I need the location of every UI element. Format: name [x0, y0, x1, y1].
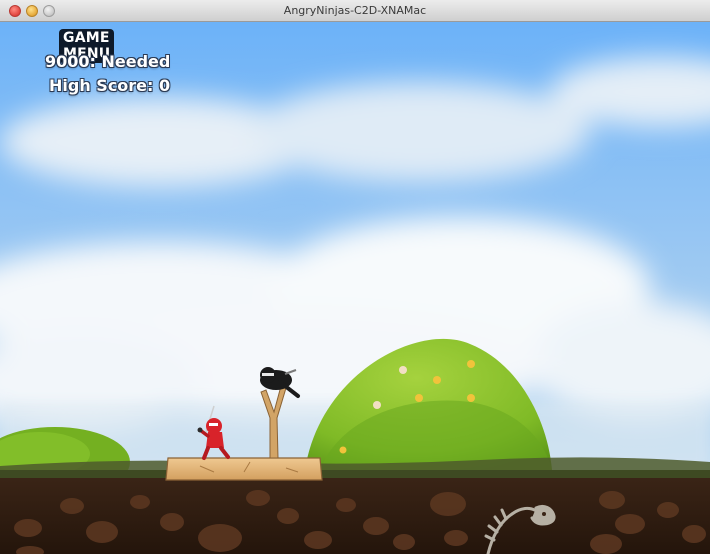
high-score-value: 0 [159, 76, 171, 95]
high-score-label: High Score: [49, 76, 159, 95]
high-score-text: High Score: 0 [49, 76, 170, 95]
app-window: AngryNinjas-C2D-XNAMac GAME MENU 9000: N… [0, 0, 710, 554]
game-scene [0, 22, 710, 554]
score-needed-value: 9000 [45, 52, 90, 71]
game-canvas[interactable]: GAME MENU 9000: Needed High Score: 0 [0, 22, 710, 554]
title-bar: AngryNinjas-C2D-XNAMac [0, 0, 710, 22]
wooden-platform [165, 457, 323, 481]
window-title: AngryNinjas-C2D-XNAMac [283, 4, 427, 17]
score-needed-text: 9000: Needed [45, 52, 170, 71]
score-needed-label: : Needed [89, 52, 171, 71]
clouds [0, 57, 710, 432]
